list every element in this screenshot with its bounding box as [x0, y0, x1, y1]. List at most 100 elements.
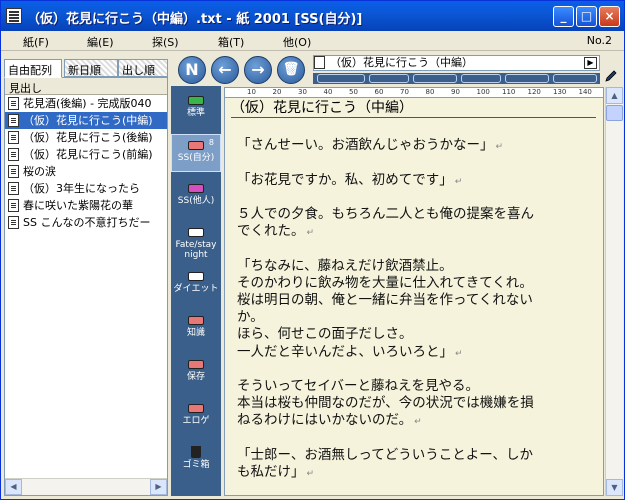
close-button[interactable]: × — [599, 6, 620, 27]
eraser-icon — [188, 96, 204, 105]
text-line-content: でくれた。 — [237, 223, 305, 240]
scroll-right-arrow[interactable]: ▶ — [150, 479, 167, 495]
category-item[interactable]: ダイエット — [171, 266, 221, 304]
text-line-content: そのかわりに飲み物を大量に仕入れてきてくれ。 — [237, 274, 533, 291]
category-item[interactable]: 保存 — [171, 354, 221, 392]
tab-title-order[interactable]: 出し順 — [118, 59, 168, 77]
category-column: 標準 SS(自分) 8 SS(他人) Fate/stay night ダイエット知識保存エ… — [171, 86, 221, 496]
ruler-number: 130 — [553, 88, 567, 96]
trash-button[interactable]: 🗑 — [277, 56, 305, 84]
trash-icon — [191, 446, 201, 458]
tab-date-order[interactable]: 新日順 — [64, 59, 118, 77]
ruler-number: 80 — [425, 88, 435, 96]
document-icon — [8, 114, 19, 127]
text-line-content: 一人だと辛いんだよ、いろいろと」 — [237, 343, 453, 360]
text-line: ねるわけにはいかないのだ。 ↵ — [237, 412, 422, 430]
ruler-number: 50 — [349, 88, 358, 96]
forward-button[interactable]: → — [244, 56, 272, 84]
tab-free-order[interactable]: 自由配列 — [4, 59, 62, 78]
tool-segment[interactable] — [369, 74, 409, 83]
list-item-label: （仮）花見に行こう(前編) — [23, 148, 153, 161]
menu-search[interactable]: 探(S) — [152, 34, 179, 50]
tool-segment[interactable] — [317, 74, 365, 83]
list-item[interactable]: （仮）花見に行こう(前編) — [5, 146, 167, 163]
scroll-left-arrow[interactable]: ◀ — [5, 479, 22, 495]
list-item-label: SS こんなの不意打ちだー — [23, 216, 151, 229]
text-line: も私だけ」 ↵ — [237, 464, 314, 482]
title-dropdown-button[interactable]: ▶ — [584, 57, 597, 69]
document-icon — [8, 97, 19, 110]
return-mark-icon: ↵ — [306, 469, 315, 479]
tool-segment[interactable] — [461, 74, 501, 83]
tool-segment[interactable] — [553, 74, 597, 83]
list-item[interactable]: 桜の涙 — [5, 163, 167, 180]
list-item-label: 花見酒(後編) - 完成版040 — [23, 97, 152, 110]
text-line: か。 — [237, 309, 264, 325]
category-item[interactable]: 知識 — [171, 310, 221, 348]
category-label: ゴミ箱 — [182, 460, 210, 470]
category-label: ダイエット — [173, 284, 219, 294]
scroll-up-arrow[interactable]: ▲ — [606, 87, 623, 104]
ruler-number: 30 — [298, 88, 307, 96]
list-item-label: 桜の涙 — [23, 165, 56, 178]
list-item[interactable]: 花見酒(後編) - 完成版040 — [5, 95, 167, 112]
list-item[interactable]: （仮）花見に行こう(中編) — [5, 112, 167, 129]
category-item[interactable]: SS(自分) 8 — [171, 134, 221, 172]
category-item[interactable]: SS(他人) — [171, 178, 221, 216]
scroll-thumb[interactable] — [606, 105, 623, 121]
text-line: 桜は明日の朝、俺と一緒に弁当を作ってくれない — [237, 292, 533, 308]
app-icon[interactable] — [6, 8, 22, 24]
title-bar[interactable]: （仮）花見に行こう（中編）.txt - 紙 2001 [SS(自分)] _ □ … — [1, 1, 624, 31]
menu-file[interactable]: 紙(F) — [23, 34, 49, 50]
ruler-number: 110 — [502, 88, 516, 96]
category-label: SS(自分) — [177, 153, 215, 163]
horizontal-scrollbar[interactable]: ◀ ▶ — [5, 478, 167, 495]
text-line-content: 「さんせーい。お酒飲んじゃおうかなー」 — [237, 137, 494, 154]
category-label: 知識 — [186, 328, 205, 338]
menu-box[interactable]: 箱(T) — [218, 34, 244, 50]
document-title-field[interactable]: （仮）花見に行こう（中編） — [313, 55, 600, 71]
category-item[interactable]: エロゲ — [171, 398, 221, 436]
left-panel: 自由配列 新日順 出し順 見出し 花見酒(後編) - 完成版040 （仮）花見に行… — [4, 56, 168, 496]
category-label: エロゲ — [182, 416, 210, 426]
text-line-content: か。 — [237, 309, 264, 326]
menu-edit[interactable]: 編(E) — [87, 34, 114, 50]
tool-segment[interactable] — [505, 74, 549, 83]
ruler-number: 70 — [400, 88, 409, 96]
scroll-down-arrow[interactable]: ▼ — [606, 479, 623, 496]
text-editor[interactable]: 10 20 30 40 50 60 70 80 90 100 110 120 130 140 （仮）花見に… — [224, 87, 604, 496]
back-button[interactable]: ← — [211, 56, 239, 84]
eraser-icon — [188, 228, 204, 237]
text-line: そのかわりに飲み物を大量に仕入れてきてくれ。 — [237, 275, 533, 291]
category-item[interactable]: Fate/stay night — [171, 222, 221, 260]
list-item[interactable]: （仮）花見に行こう(後編) — [5, 129, 167, 146]
eraser-icon — [188, 316, 204, 325]
category-item[interactable]: 標準 — [171, 90, 221, 128]
pen-icon[interactable] — [604, 69, 618, 83]
text-line: 「ちなみに、藤ねえだけ飲酒禁止。 — [237, 258, 453, 274]
menu-other[interactable]: 他(O) — [283, 34, 311, 50]
text-line-content: そういってセイバーと藤ねえを見やる。 — [237, 378, 480, 394]
list-item-label: （仮）花見に行こう(中編) — [23, 114, 153, 127]
eraser-icon — [188, 141, 204, 150]
list-item-label: （仮）3年生になったら — [23, 182, 140, 195]
return-mark-icon: ↵ — [454, 176, 463, 187]
vertical-scrollbar[interactable]: ▲ ▼ — [605, 87, 623, 496]
return-mark-icon: ↵ — [306, 228, 315, 239]
text-line-content: 「ちなみに、藤ねえだけ飲酒禁止。 — [237, 257, 453, 274]
maximize-button[interactable]: □ — [576, 6, 597, 27]
minimize-button[interactable]: _ — [553, 6, 574, 27]
text-line: そういってセイバーと藤ねえを見やる。 — [237, 378, 479, 394]
category-item[interactable]: ゴミ箱 — [171, 442, 221, 480]
format-tool-strip — [313, 73, 600, 84]
tool-segment[interactable] — [413, 74, 457, 83]
list-header[interactable]: 見出し — [5, 78, 167, 95]
list-item[interactable]: 春に咲いた紫陽花の華 — [5, 197, 167, 214]
document-icon — [8, 165, 19, 178]
list-item[interactable]: SS こんなの不意打ちだー — [5, 214, 167, 231]
eraser-icon — [188, 272, 204, 281]
new-document-button[interactable]: N — [178, 56, 206, 84]
category-label: 標準 — [186, 108, 205, 118]
text-line-content: 本当は桜も仲間なのだが、今の状況では機嫌を損 — [237, 395, 534, 412]
list-item[interactable]: （仮）3年生になったら — [5, 180, 167, 197]
